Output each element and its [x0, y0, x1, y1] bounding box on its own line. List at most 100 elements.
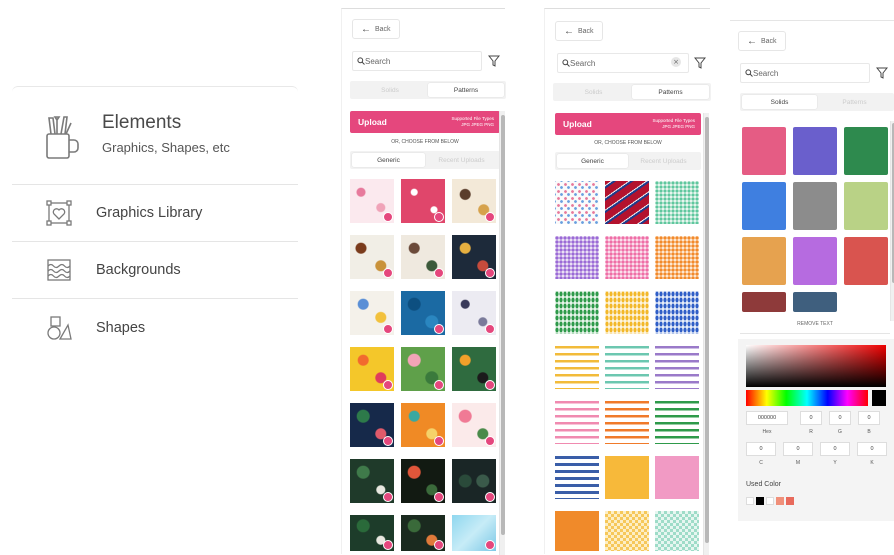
favorite-icon[interactable] [485, 212, 495, 222]
search-input[interactable]: Search [740, 63, 870, 83]
filter-icon[interactable] [488, 55, 500, 67]
favorite-icon[interactable] [383, 268, 393, 278]
color-swatch[interactable] [742, 237, 786, 285]
color-swatch[interactable] [793, 127, 837, 175]
clear-search-icon[interactable]: × [671, 57, 681, 67]
used-color-swatch[interactable] [756, 497, 764, 505]
tab-recent-uploads[interactable]: Recent Uploads [425, 153, 498, 167]
k-input[interactable]: 0 [857, 442, 887, 456]
favorite-icon[interactable] [434, 540, 444, 550]
pattern-tile-flamingo[interactable] [452, 403, 496, 447]
color-swatch[interactable] [742, 292, 786, 312]
used-color-swatch[interactable] [746, 497, 754, 505]
pattern-tile-dark-leaves[interactable] [452, 459, 496, 503]
pattern-tile-palms[interactable] [350, 459, 394, 503]
favorite-icon[interactable] [383, 212, 393, 222]
r-input[interactable]: 0 [800, 411, 822, 425]
pattern-tile-blue-leaves[interactable] [401, 291, 445, 335]
pattern-tile-mint-check[interactable] [655, 511, 699, 551]
pattern-tile-yellow-check[interactable] [605, 511, 649, 551]
pattern-tile-green-diamonds[interactable] [555, 291, 599, 334]
menu-item-backgrounds[interactable]: Backgrounds [12, 242, 298, 299]
tab-solids[interactable]: Solids [352, 83, 428, 97]
favorite-icon[interactable] [383, 540, 393, 550]
pattern-tile-solid-yellow[interactable] [605, 456, 649, 499]
pattern-tile-orange-floral[interactable] [401, 403, 445, 447]
back-button[interactable]: ← Back [555, 21, 603, 41]
upload-button[interactable]: Upload Supported File Types JPG JPEG PNG [555, 113, 701, 135]
favorite-icon[interactable] [434, 324, 444, 334]
pattern-tile-dark-floral[interactable] [452, 235, 496, 279]
menu-item-shapes[interactable]: Shapes [12, 299, 298, 356]
pattern-tile-pink-stripes[interactable] [555, 401, 599, 444]
pattern-tile-purple-stripes[interactable] [655, 346, 699, 389]
tab-patterns[interactable]: Patterns [817, 95, 892, 109]
favorite-icon[interactable] [485, 380, 495, 390]
b-input[interactable]: 0 [858, 411, 880, 425]
back-button[interactable]: ← Back [352, 19, 400, 39]
pattern-tile-hearts[interactable] [401, 179, 445, 223]
upload-button[interactable]: Upload Supported File Types JPG JPEG PNG [350, 111, 500, 133]
scrollbar-thumb[interactable] [501, 115, 505, 535]
pattern-tile-botanical[interactable] [401, 515, 445, 551]
color-swatch[interactable] [793, 182, 837, 230]
hex-input[interactable]: 000000 [746, 411, 788, 425]
favorite-icon[interactable] [434, 380, 444, 390]
pattern-tile-confetti[interactable] [350, 291, 394, 335]
used-color-swatch[interactable] [786, 497, 794, 505]
favorite-icon[interactable] [383, 492, 393, 502]
pattern-tile-monstera[interactable] [350, 515, 394, 551]
favorite-icon[interactable] [485, 268, 495, 278]
filter-icon[interactable] [876, 67, 888, 79]
menu-header-elements[interactable]: Elements Graphics, Shapes, etc [12, 92, 298, 185]
pattern-tile-cats[interactable] [452, 179, 496, 223]
pattern-tile-orange-dots[interactable] [655, 236, 699, 279]
favorite-icon[interactable] [434, 436, 444, 446]
pattern-tile-purple-dots[interactable] [555, 236, 599, 279]
hue-slider[interactable] [746, 390, 868, 406]
search-input[interactable]: Search [352, 51, 482, 71]
color-swatch[interactable] [844, 182, 888, 230]
g-input[interactable]: 0 [829, 411, 851, 425]
color-swatch[interactable] [844, 237, 888, 285]
favorite-icon[interactable] [383, 380, 393, 390]
used-color-swatch[interactable] [766, 497, 774, 505]
filter-icon[interactable] [694, 57, 706, 69]
y-input[interactable]: 0 [820, 442, 850, 456]
pattern-tile-yellow-diamonds[interactable] [605, 291, 649, 334]
pattern-tile-pink-dots[interactable] [605, 236, 649, 279]
pattern-tile-confetti-dots[interactable] [555, 181, 599, 224]
tab-generic[interactable]: Generic [352, 153, 425, 167]
tab-patterns[interactable]: Patterns [428, 83, 504, 97]
pattern-tile-doodles[interactable] [452, 291, 496, 335]
color-swatch[interactable] [742, 182, 786, 230]
pattern-tile-mushrooms[interactable] [350, 235, 394, 279]
pattern-tile-yellow-stripes[interactable] [555, 346, 599, 389]
saturation-area[interactable] [746, 345, 886, 387]
favorite-icon[interactable] [434, 212, 444, 222]
color-swatch[interactable] [793, 237, 837, 285]
pattern-tile-bows[interactable] [350, 179, 394, 223]
pattern-tile-water[interactable] [452, 515, 496, 551]
pattern-tile-navy-stripes[interactable] [555, 456, 599, 499]
scrollbar[interactable] [499, 111, 505, 555]
tab-solids[interactable]: Solids [555, 85, 632, 99]
color-swatch[interactable] [742, 127, 786, 175]
favorite-icon[interactable] [434, 492, 444, 502]
tab-generic[interactable]: Generic [557, 154, 628, 168]
pattern-tile-night-floral[interactable] [401, 459, 445, 503]
used-color-swatch[interactable] [776, 497, 784, 505]
favorite-icon[interactable] [383, 324, 393, 334]
pattern-tile-pots[interactable] [401, 235, 445, 279]
pattern-tile-jungle[interactable] [350, 403, 394, 447]
scrollbar[interactable] [703, 113, 709, 555]
pattern-tile-tropical[interactable] [401, 347, 445, 391]
pattern-tile-green-stripes[interactable] [655, 401, 699, 444]
favorite-icon[interactable] [434, 268, 444, 278]
search-input[interactable]: Search [557, 53, 689, 73]
pattern-tile-solid-pink[interactable] [655, 456, 699, 499]
tab-recent-uploads[interactable]: Recent Uploads [628, 154, 699, 168]
favorite-icon[interactable] [485, 436, 495, 446]
favorite-icon[interactable] [485, 540, 495, 550]
pattern-tile-teal-stripes[interactable] [605, 346, 649, 389]
